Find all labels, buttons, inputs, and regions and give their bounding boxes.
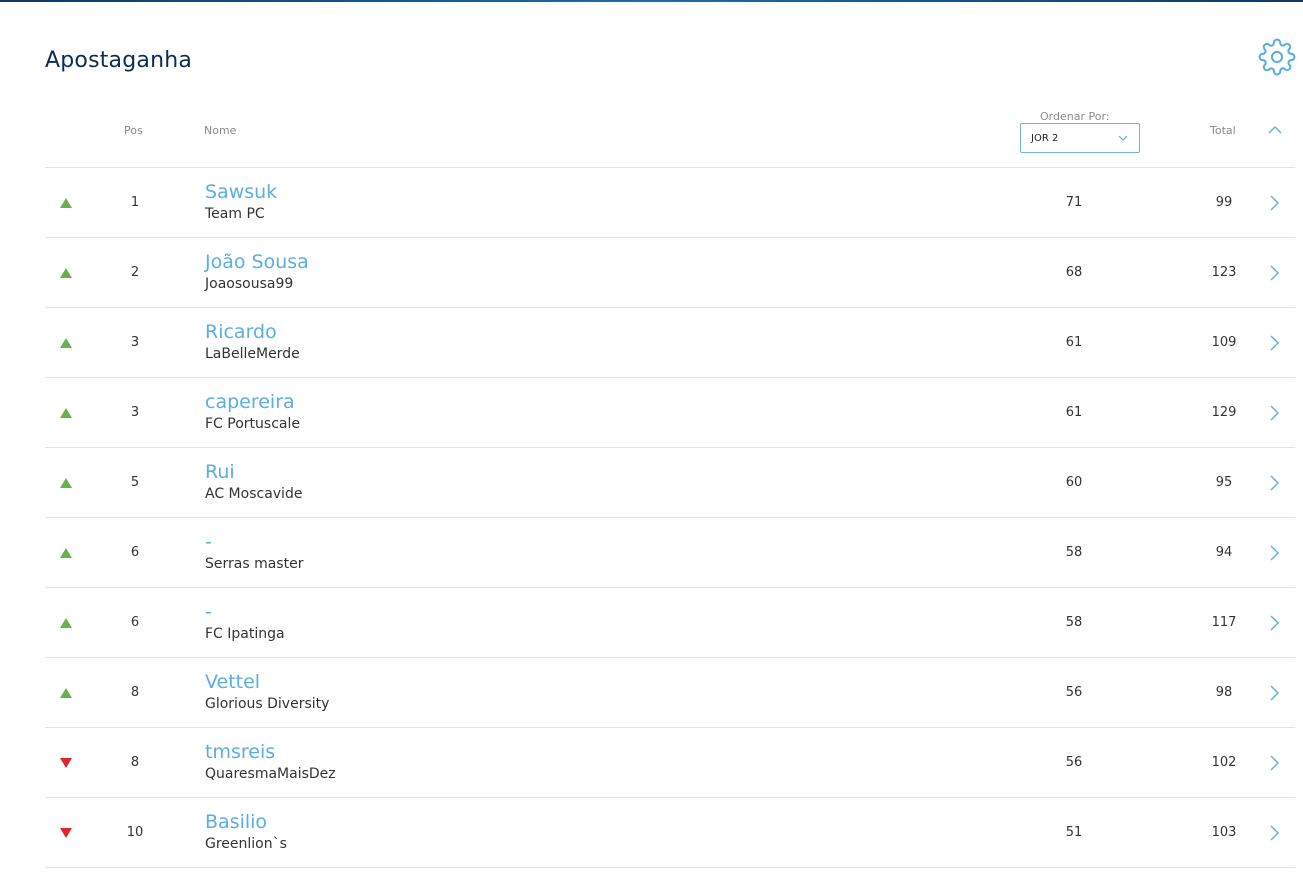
triangle-up-icon xyxy=(60,268,72,278)
row-total-points: 102 xyxy=(1211,755,1237,770)
row-player-name[interactable]: tmsreis xyxy=(205,741,275,763)
row-jor-points: 68 xyxy=(1065,265,1083,280)
row-team-name: Glorious Diversity xyxy=(205,696,330,712)
row-total-points: 109 xyxy=(1211,335,1237,350)
row-total-points: 129 xyxy=(1211,405,1237,420)
header-pos: Pos xyxy=(124,124,143,137)
row-team-name: Joaosousa99 xyxy=(205,276,294,292)
table-row[interactable]: 8 Vettel Glorious Diversity 56 98 xyxy=(45,658,1295,728)
row-team-name: Serras master xyxy=(205,556,304,572)
row-jor-points: 51 xyxy=(1065,825,1083,840)
table-row[interactable]: 3 Ricardo LaBelleMerde 61 109 xyxy=(45,308,1295,378)
chevron-right-icon[interactable] xyxy=(1268,194,1280,212)
row-player-name[interactable]: Ricardo xyxy=(205,321,277,343)
row-pos: 3 xyxy=(130,335,140,350)
table-row[interactable]: 10 Basilio Greenlion`s 51 103 xyxy=(45,798,1295,868)
row-pos: 10 xyxy=(126,825,144,840)
sort-select-value: JOR 2 xyxy=(1031,133,1059,144)
triangle-up-icon xyxy=(60,478,72,488)
row-total-points: 117 xyxy=(1211,615,1237,630)
chevron-right-icon[interactable] xyxy=(1268,404,1280,422)
table-row[interactable]: 1 Sawsuk Team PC 71 99 xyxy=(45,168,1295,238)
sort-label: Ordenar Por: xyxy=(1040,110,1110,123)
header-total: Total xyxy=(1210,124,1236,137)
row-player-name[interactable]: capereira xyxy=(205,391,295,413)
row-jor-points: 61 xyxy=(1065,335,1083,350)
row-total-points: 95 xyxy=(1215,475,1233,490)
row-pos: 8 xyxy=(130,685,140,700)
row-pos: 8 xyxy=(130,755,140,770)
header-nome: Nome xyxy=(204,124,237,137)
row-total-points: 94 xyxy=(1215,545,1233,560)
triangle-up-icon xyxy=(60,338,72,348)
row-pos: 5 xyxy=(130,475,140,490)
triangle-up-icon xyxy=(60,618,72,628)
row-player-name[interactable]: - xyxy=(205,601,212,623)
triangle-up-icon xyxy=(60,198,72,208)
row-player-name[interactable]: Vettel xyxy=(205,671,260,693)
chevron-right-icon[interactable] xyxy=(1268,684,1280,702)
chevron-right-icon[interactable] xyxy=(1268,614,1280,632)
page-title: Apostaganha xyxy=(45,48,193,73)
row-jor-points: 61 xyxy=(1065,405,1083,420)
row-jor-points: 60 xyxy=(1065,475,1083,490)
row-pos: 3 xyxy=(130,405,140,420)
row-pos: 6 xyxy=(130,545,140,560)
chevron-right-icon[interactable] xyxy=(1268,334,1280,352)
ranking-list: 1 Sawsuk Team PC 71 99 2 João Sousa Joao… xyxy=(45,168,1295,868)
row-jor-points: 71 xyxy=(1065,195,1083,210)
row-team-name: LaBelleMerde xyxy=(205,346,300,362)
row-pos: 2 xyxy=(130,265,140,280)
chevron-right-icon[interactable] xyxy=(1268,544,1280,562)
triangle-up-icon xyxy=(60,548,72,558)
row-total-points: 98 xyxy=(1215,685,1233,700)
row-team-name: Greenlion`s xyxy=(205,836,287,852)
row-team-name: FC Portuscale xyxy=(205,416,300,432)
table-row[interactable]: 3 capereira FC Portuscale 61 129 xyxy=(45,378,1295,448)
chevron-right-icon[interactable] xyxy=(1268,474,1280,492)
chevron-right-icon[interactable] xyxy=(1268,754,1280,772)
row-jor-points: 56 xyxy=(1065,755,1083,770)
chevron-right-icon[interactable] xyxy=(1268,824,1280,842)
table-row[interactable]: 5 Rui AC Moscavide 60 95 xyxy=(45,448,1295,518)
row-player-name[interactable]: Rui xyxy=(205,461,235,483)
row-jor-points: 58 xyxy=(1065,615,1083,630)
table-row[interactable]: 6 - FC Ipatinga 58 117 xyxy=(45,588,1295,658)
row-pos: 6 xyxy=(130,615,140,630)
row-team-name: AC Moscavide xyxy=(205,486,303,502)
row-total-points: 123 xyxy=(1211,265,1237,280)
row-team-name: FC Ipatinga xyxy=(205,626,285,642)
row-pos: 1 xyxy=(130,195,140,210)
table-row[interactable]: 6 - Serras master 58 94 xyxy=(45,518,1295,588)
row-team-name: QuaresmaMaisDez xyxy=(205,766,336,782)
row-player-name[interactable]: Sawsuk xyxy=(205,181,277,203)
gear-icon[interactable] xyxy=(1258,38,1296,76)
row-jor-points: 58 xyxy=(1065,545,1083,560)
row-jor-points: 56 xyxy=(1065,685,1083,700)
row-player-name[interactable]: - xyxy=(205,531,212,553)
top-accent-bar xyxy=(0,0,1303,2)
chevron-up-icon[interactable] xyxy=(1267,122,1283,138)
row-total-points: 99 xyxy=(1215,195,1233,210)
row-player-name[interactable]: João Sousa xyxy=(205,251,309,273)
triangle-down-icon xyxy=(60,758,72,768)
chevron-right-icon[interactable] xyxy=(1268,264,1280,282)
row-player-name[interactable]: Basilio xyxy=(205,811,267,833)
table-row[interactable]: 2 João Sousa Joaosousa99 68 123 xyxy=(45,238,1295,308)
triangle-up-icon xyxy=(60,688,72,698)
table-row[interactable]: 8 tmsreis QuaresmaMaisDez 56 102 xyxy=(45,728,1295,798)
row-team-name: Team PC xyxy=(205,206,265,222)
chevron-down-icon xyxy=(1118,135,1128,141)
table-header: Pos Nome Ordenar Por: JOR 2 Total xyxy=(45,100,1295,168)
triangle-down-icon xyxy=(60,828,72,838)
row-total-points: 103 xyxy=(1211,825,1237,840)
sort-select[interactable]: JOR 2 xyxy=(1020,123,1140,153)
triangle-up-icon xyxy=(60,408,72,418)
